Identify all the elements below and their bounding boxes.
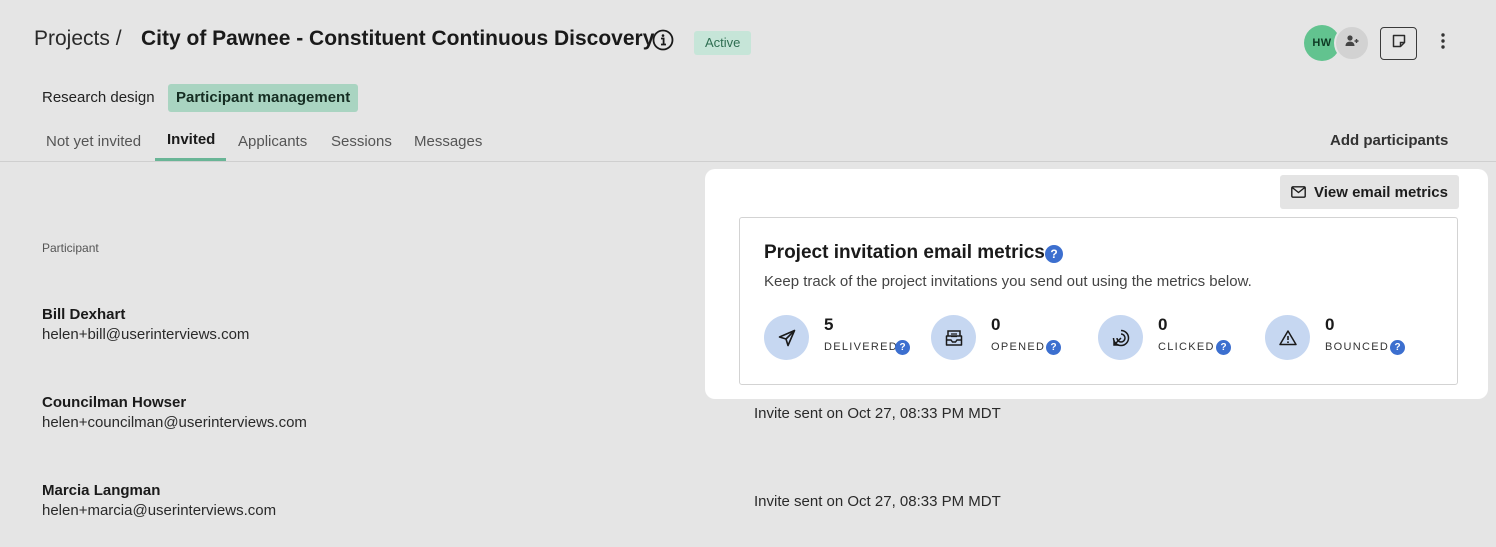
status-badge: Active — [694, 31, 752, 55]
delivered-count: 5 — [824, 315, 834, 334]
participant-name[interactable]: Marcia Langman — [42, 482, 160, 499]
opened-count: 0 — [991, 315, 1001, 334]
notes-button[interactable] — [1380, 27, 1417, 60]
view-email-metrics-label: View email metrics — [1314, 183, 1448, 201]
vertical-ellipsis-icon — [1440, 32, 1446, 55]
view-email-metrics-button[interactable]: View email metrics — [1280, 175, 1459, 209]
bounced-metric-badge — [1265, 315, 1310, 360]
tab-participant-management[interactable]: Participant management — [168, 84, 359, 112]
warning-icon — [1278, 328, 1298, 348]
opened-label: OPENED — [991, 341, 1046, 353]
clicked-count: 0 — [1158, 315, 1168, 334]
help-icon[interactable]: ? — [1216, 340, 1231, 355]
participant-name[interactable]: Councilman Howser — [42, 394, 186, 411]
help-icon[interactable]: ? — [1390, 340, 1405, 355]
tab-not-yet-invited[interactable]: Not yet invited — [46, 133, 141, 161]
add-collaborator-button[interactable] — [1334, 25, 1370, 61]
participant-email: helen+marcia@userinterviews.com — [42, 502, 277, 519]
help-icon[interactable]: ? — [895, 340, 910, 355]
add-person-icon — [1344, 33, 1360, 54]
add-participants-button[interactable]: Add participants — [1330, 132, 1448, 149]
participant-email: helen+bill@userinterviews.com — [42, 326, 250, 343]
bounced-label: BOUNCED — [1325, 341, 1390, 353]
tab-invited[interactable]: Invited — [167, 131, 215, 159]
bounced-count: 0 — [1325, 315, 1335, 334]
tab-applicants[interactable]: Applicants — [238, 133, 307, 161]
help-icon[interactable]: ? — [1045, 245, 1063, 263]
metrics-title: Project invitation email metrics — [764, 242, 1045, 263]
help-icon[interactable]: ? — [1046, 340, 1061, 355]
invite-status: Invite sent on Oct 27, 08:33 PM MDT — [754, 493, 1001, 510]
envelope-open-icon — [944, 328, 964, 348]
delivered-label: DELIVERED — [824, 341, 899, 353]
tab-research-design[interactable]: Research design — [34, 84, 163, 112]
info-icon[interactable] — [652, 29, 674, 51]
clicked-metric-badge — [1098, 315, 1143, 360]
page-title: City of Pawnee - Constituent Continuous … — [141, 27, 655, 50]
delivered-metric-badge — [764, 315, 809, 360]
tab-divider — [0, 161, 1496, 162]
opened-metric-badge — [931, 315, 976, 360]
invite-status: Invite sent on Oct 27, 08:33 PM MDT — [754, 405, 1001, 422]
sticky-note-icon — [1391, 33, 1407, 54]
envelope-icon — [1291, 186, 1306, 198]
metrics-subtitle: Keep track of the project invitations yo… — [764, 273, 1252, 290]
tab-messages[interactable]: Messages — [414, 133, 482, 161]
active-tab-indicator — [155, 158, 226, 161]
clicked-label: CLICKED — [1158, 341, 1215, 353]
column-header-participant: Participant — [42, 241, 99, 255]
tab-sessions[interactable]: Sessions — [331, 133, 392, 161]
click-target-icon — [1111, 328, 1131, 348]
participant-name[interactable]: Bill Dexhart — [42, 306, 125, 323]
send-icon — [777, 328, 797, 348]
more-options-button[interactable] — [1432, 30, 1454, 56]
participant-email: helen+councilman@userinterviews.com — [42, 414, 307, 431]
breadcrumb[interactable]: Projects / — [34, 27, 122, 51]
